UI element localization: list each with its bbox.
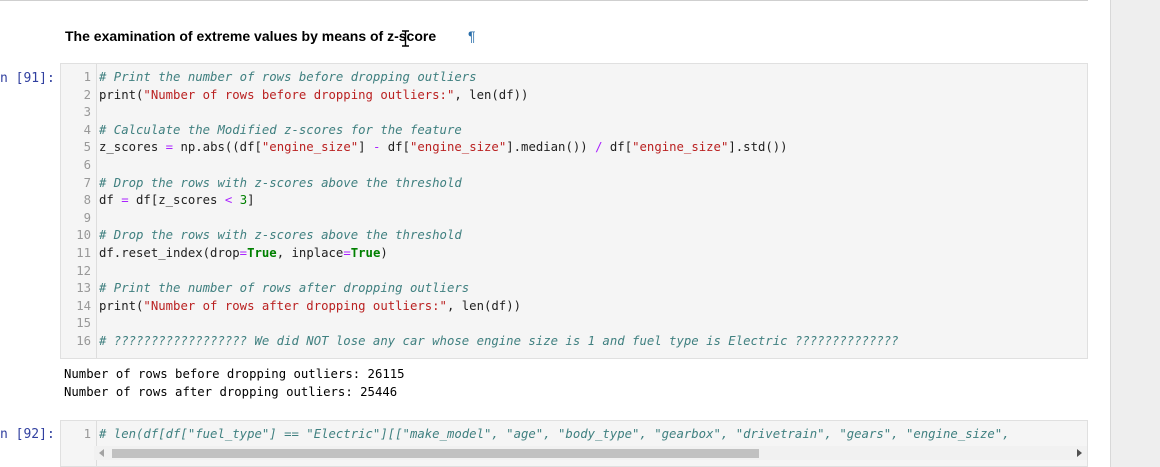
line-number: 11 [76,246,91,260]
line-number: 10 [76,228,91,243]
code-line[interactable]: 1 # len(df[df["fuel_type"] == "Electric"]… [61,426,1010,444]
line-number: 13 [76,281,91,296]
code-line[interactable]: 2 print("Number of rows before dropping o… [61,87,529,105]
code-text[interactable]: # len(df[df["fuel_type"] == "Electric"][… [95,426,1010,444]
code-text[interactable]: # Print the number of rows before droppi… [95,69,477,87]
cell-output-91: Number of rows before dropping outliers:… [64,366,405,401]
code-line[interactable]: 11 df.reset_index(drop=True, inplace=True… [61,245,388,263]
code-line[interactable]: 8 df = df[z_scores < 3] [61,192,255,210]
code-text[interactable]: df.reset_index(drop=True, inplace=True) [95,245,388,263]
scroll-left-icon[interactable] [99,449,104,457]
code-text[interactable]: z_scores = np.abs((df["engine_size"] - d… [95,139,788,157]
code-text[interactable]: print("Number of rows before dropping ou… [95,87,528,105]
code-line[interactable]: 5 z_scores = np.abs((df["engine_size"] - … [61,139,788,157]
line-number: 12 [76,263,91,278]
code-line[interactable]: 14 print("Number of rows after dropping o… [61,298,521,316]
code-line[interactable]: 3 [61,104,99,122]
output-line: Number of rows after dropping outliers: … [64,384,398,399]
line-number: 15 [76,316,91,331]
code-text[interactable]: # Drop the rows with z-scores above the … [95,175,462,193]
markdown-heading: The examination of extreme values by mea… [65,28,437,44]
line-number: 1 [83,427,91,441]
line-number: 16 [76,334,91,348]
line-number: 3 [83,105,91,120]
code-text[interactable]: # ?????????????????? We did NOT lose any… [95,333,899,351]
code-line[interactable]: 13 # Print the number of rows after dropp… [61,280,469,298]
anchor-link-icon[interactable]: ¶ [468,28,476,44]
cell-divider [0,0,1088,1]
line-number: 7 [83,175,91,190]
code-line[interactable]: 12 [61,263,99,281]
scrollbar-thumb[interactable] [112,449,759,458]
line-number: 5 [83,140,91,155]
code-line[interactable]: 10 # Drop the rows with z-scores above th… [61,227,462,245]
scroll-right-icon[interactable] [1077,449,1082,457]
output-line: Number of rows before dropping outliers:… [64,367,405,381]
line-number: 4 [83,122,91,137]
cell-prompt-92: n [92]: [0,427,55,442]
code-line[interactable]: 1 # Print the number of rows before dropp… [61,69,477,87]
text-cursor-icon [402,30,409,47]
code-text[interactable]: # Print the number of rows after droppin… [95,280,469,298]
code-text[interactable]: # Drop the rows with z-scores above the … [95,227,462,245]
code-text[interactable]: print("Number of rows after dropping out… [95,298,521,316]
code-line[interactable]: 4 # Calculate the Modified z-scores for t… [61,122,462,140]
code-text[interactable]: df = df[z_scores < 3] [95,192,255,210]
cell-prompt-91: n [91]: [0,71,55,86]
line-number: 14 [76,298,91,313]
line-number: 8 [83,193,91,208]
code-line[interactable]: 6 [61,157,99,175]
line-number: 1 [83,70,91,84]
horizontal-scrollbar[interactable] [94,446,1087,460]
code-line[interactable]: 15 [61,315,99,333]
code-line[interactable]: 9 [61,210,99,228]
line-number: 9 [83,210,91,225]
code-cell-91[interactable]: 1 # Print the number of rows before dropp… [60,63,1088,359]
line-number: 6 [83,158,91,172]
line-number: 2 [83,87,91,102]
code-line[interactable]: 16 # ?????????????????? We did NOT lose a… [61,333,899,351]
code-line[interactable]: 7 # Drop the rows with z-scores above the… [61,175,462,193]
notebook-page: The examination of extreme values by mea… [0,0,1111,467]
code-text[interactable]: # Calculate the Modified z-scores for th… [95,122,462,140]
